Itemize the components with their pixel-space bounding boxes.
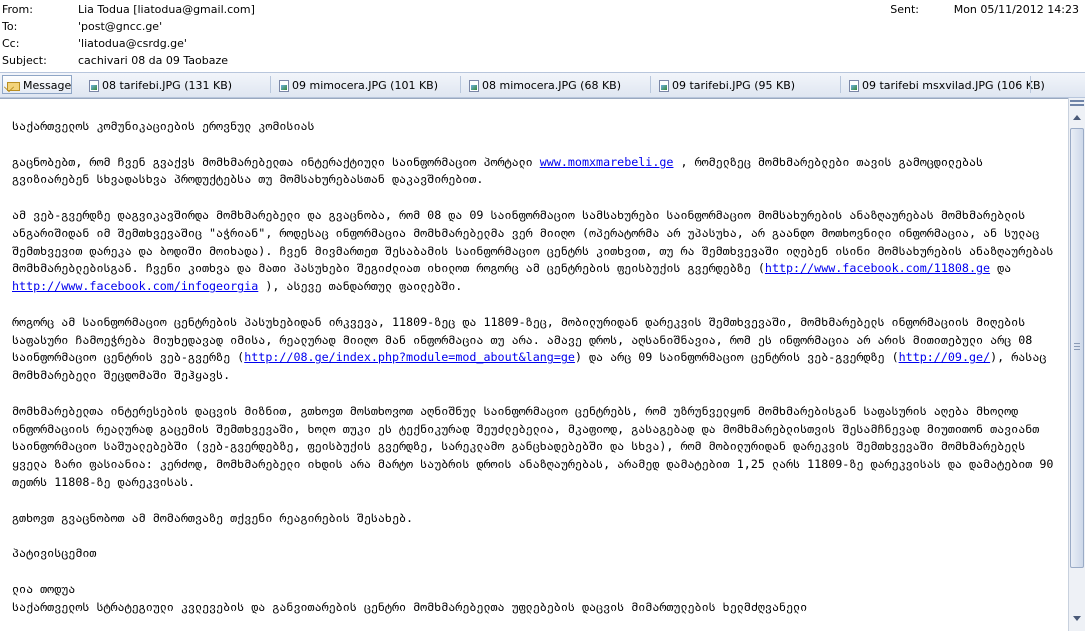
subject-value: cachivari 08 da 09 Taobaze bbox=[78, 54, 229, 67]
scroll-down-button[interactable] bbox=[1069, 611, 1085, 627]
message-body[interactable]: საქართველოს კომუნიკაციების ეროვნულ კომის… bbox=[0, 98, 1068, 632]
attachment-label: 09 tarifebi msxvilad.JPG (106 KB) bbox=[862, 79, 1045, 92]
split-handle[interactable] bbox=[1070, 100, 1084, 106]
attachment-item[interactable]: 08 mimocera.JPG (68 KB) bbox=[464, 75, 626, 94]
envelope-icon bbox=[7, 81, 20, 91]
paragraph-5: გთხოვთ გვაცნობოთ ამ მომართვაზე თქვენი რე… bbox=[12, 510, 414, 525]
signature-title: საქართველოს სტრატეგიული კვლევების და გან… bbox=[12, 599, 808, 614]
sent-label: Sent: bbox=[890, 3, 919, 16]
scroll-up-button[interactable] bbox=[1069, 110, 1085, 126]
image-file-icon bbox=[279, 80, 289, 92]
vertical-scrollbar[interactable] bbox=[1068, 98, 1085, 631]
message-text: საქართველოს კომუნიკაციების ეროვნულ კომის… bbox=[12, 118, 1062, 616]
cc-label: Cc: bbox=[2, 37, 20, 50]
arrow-down-icon bbox=[1073, 616, 1081, 621]
grip-line bbox=[1074, 346, 1080, 347]
attachment-item[interactable]: 09 tarifebi msxvilad.JPG (106 KB) bbox=[844, 75, 1050, 94]
image-file-icon bbox=[659, 80, 669, 92]
facebook-infogeorgia-link[interactable]: http://www.facebook.com/infogeorgia bbox=[12, 279, 258, 293]
scroll-thumb[interactable] bbox=[1070, 128, 1084, 568]
tab-divider bbox=[840, 76, 841, 93]
09-site-link[interactable]: http://09.ge/ bbox=[899, 350, 990, 364]
paragraph-1: გაცნობებთ, რომ ჩვენ გვაქვს მომხმარებელთა… bbox=[12, 154, 984, 187]
message-tab[interactable]: Message bbox=[2, 75, 72, 94]
attachments-bar: Message 08 tarifebi.JPG (131 KB) 09 mimo… bbox=[0, 72, 1085, 98]
paragraph-3: როგორც ამ საინფორმაციო ცენტრების პასუხებ… bbox=[12, 314, 1047, 383]
facebook-11808-link[interactable]: http://www.facebook.com/11808.ge bbox=[765, 261, 990, 275]
attachment-item[interactable]: 09 tarifebi.JPG (95 KB) bbox=[654, 75, 800, 94]
grip-line bbox=[1074, 343, 1080, 344]
tab-divider bbox=[270, 76, 271, 93]
tab-divider bbox=[460, 76, 461, 93]
sent-row: Sent: Mon 05/11/2012 14:23 bbox=[779, 2, 1079, 17]
attachment-label: 09 mimocera.JPG (101 KB) bbox=[292, 79, 439, 92]
tab-divider bbox=[650, 76, 651, 93]
image-file-icon bbox=[469, 80, 479, 92]
attachment-label: 08 mimocera.JPG (68 KB) bbox=[482, 79, 622, 92]
from-value[interactable]: Lia Todua [liatodua@gmail.com] bbox=[78, 2, 255, 17]
closing-line: პატივისცემით bbox=[12, 546, 97, 561]
image-file-icon bbox=[849, 80, 859, 92]
tab-divider bbox=[1030, 76, 1031, 93]
attachment-label: 09 tarifebi.JPG (95 KB) bbox=[672, 79, 796, 92]
attachment-item[interactable]: 08 tarifebi.JPG (131 KB) bbox=[84, 75, 237, 94]
subject-label: Subject: bbox=[2, 54, 47, 67]
signature-name: ლია თოდუა bbox=[12, 581, 76, 596]
to-value[interactable]: 'post@gncc.ge' bbox=[78, 19, 162, 34]
cc-value[interactable]: 'liatodua@csrdg.ge' bbox=[78, 36, 187, 51]
message-tab-label: Message bbox=[23, 79, 72, 92]
email-header: From: Lia Todua [liatodua@gmail.com] To:… bbox=[0, 0, 1085, 70]
image-file-icon bbox=[89, 80, 99, 92]
grip-line bbox=[1074, 349, 1080, 350]
arrow-up-icon bbox=[1073, 115, 1081, 120]
attachment-label: 08 tarifebi.JPG (131 KB) bbox=[102, 79, 233, 92]
to-label: To: bbox=[2, 20, 18, 33]
paragraph-2: ამ ვებ-გვერდზე დაგვიკავშირდა მომხმარებელ… bbox=[12, 207, 1054, 294]
from-label: From: bbox=[2, 3, 33, 16]
paragraph-4: მომხმარებელთა ინტერესების დაცვის მიზნით,… bbox=[12, 403, 1054, 489]
portal-link[interactable]: www.momxmarebeli.ge bbox=[540, 155, 674, 169]
greeting-line: საქართველოს კომუნიკაციების ეროვნულ კომის… bbox=[12, 119, 315, 133]
attachment-item[interactable]: 09 mimocera.JPG (101 KB) bbox=[274, 75, 443, 94]
sent-value: Mon 05/11/2012 14:23 bbox=[953, 3, 1079, 16]
08-about-link[interactable]: http://08.ge/index.php?module=mod_about&… bbox=[244, 350, 575, 364]
